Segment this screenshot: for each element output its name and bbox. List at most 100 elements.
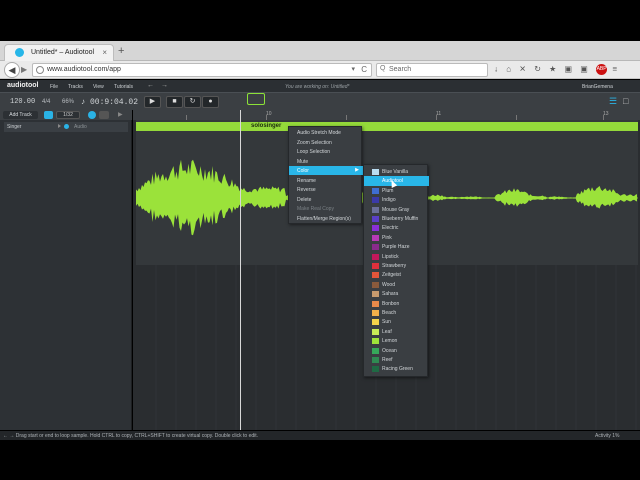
metronome-icon[interactable]: ♪ (81, 97, 85, 106)
loop-button[interactable]: ↻ (184, 96, 201, 108)
menu-item-zoom-selection[interactable]: Zoom Selection (289, 138, 363, 147)
menu-item-label: Rename (297, 178, 316, 184)
playhead[interactable] (240, 110, 241, 430)
submenu-arrow-icon: ▶ (355, 167, 359, 173)
grid-select[interactable]: 1/32 (56, 111, 80, 119)
color-option[interactable]: Blue Vanilla (364, 167, 429, 176)
expand-icon[interactable] (58, 124, 61, 128)
color-option-label: Sun (382, 319, 391, 326)
color-swatch (372, 281, 379, 288)
color-option-label: Racing Green (382, 366, 413, 373)
color-swatch (372, 347, 379, 354)
record-button[interactable]: ● (202, 96, 219, 108)
menu-item-color[interactable]: Color ▶ (289, 166, 363, 175)
menu-item-label: Loop Selection (297, 149, 331, 155)
menu-item-delete[interactable]: Delete (289, 195, 363, 204)
menu-item-make-real-copy: Make Real Copy (289, 204, 363, 213)
color-submenu: Blue Vanilla Audiotool Plum Indigo Mouse Gra… (363, 164, 429, 377)
time-signature[interactable]: 4/4 (42, 99, 50, 105)
redo-icon[interactable]: → (161, 82, 168, 89)
color-swatch (372, 328, 379, 335)
color-option[interactable]: Racing Green (364, 364, 429, 373)
color-option[interactable]: Ocean (364, 346, 429, 355)
color-option-label: Reef (382, 357, 393, 363)
tracks-header: Add Track 1/32 ▶ (0, 110, 132, 120)
play-button[interactable]: ▶ (144, 96, 161, 108)
url-bar[interactable]: www.audiotool.com/app ▾ C (32, 63, 372, 77)
color-option-label: Leaf (382, 328, 392, 335)
adblock-icon[interactable]: ABP (596, 64, 608, 75)
color-option[interactable]: Zeitgeist (364, 270, 429, 279)
color-option[interactable]: Reef (364, 355, 429, 364)
color-option[interactable]: Beach (364, 308, 429, 317)
color-option-label: Lemon (382, 338, 398, 345)
follow-icon[interactable]: ▶ (118, 111, 123, 118)
menu-item-reverse[interactable]: Reverse (289, 185, 363, 194)
color-option[interactable]: Lipstick (364, 252, 429, 261)
color-swatch (372, 178, 379, 185)
menu-tracks[interactable]: Tracks (68, 84, 83, 90)
color-option-label: Blue Vanilla (382, 169, 409, 175)
add-track-button[interactable]: Add Track (3, 111, 38, 119)
tab-title: Untitled* – Audiotool (31, 49, 95, 56)
color-option[interactable]: Mouse Gray (364, 205, 429, 214)
bpm-display[interactable]: 120.00 (10, 98, 35, 106)
color-option-label: Zeitgeist (382, 272, 401, 279)
menu-view[interactable]: View (93, 84, 104, 90)
color-swatch (372, 338, 379, 345)
color-option[interactable]: Indigo (364, 195, 429, 204)
url-dropdown-icon[interactable]: ▾ (351, 65, 355, 73)
color-option[interactable]: Strawberry (364, 261, 429, 270)
browser-toolbar-icons[interactable]: ↓ ⌂ ✕ ↻ ★ ▣ ▣ ABP ≡ (494, 64, 620, 75)
menu-tutorials[interactable]: Tutorials (114, 84, 133, 90)
menu-file[interactable]: File (50, 84, 58, 90)
stop-button[interactable]: ■ (166, 96, 183, 108)
quantize-icon[interactable] (44, 111, 53, 119)
swing-percent[interactable]: 66% (62, 99, 74, 105)
menu-item-mute[interactable]: Mute (289, 157, 363, 166)
color-option[interactable]: Sahara (364, 289, 429, 298)
menu-item-audio-stretch-mode[interactable]: Audio Stretch Mode (289, 128, 363, 137)
track-row[interactable]: Singer Audio (4, 122, 128, 132)
color-option[interactable]: Lemon (364, 336, 429, 345)
undo-icon[interactable]: ← (147, 82, 154, 89)
loop-marker[interactable] (247, 93, 265, 105)
color-option[interactable]: Sun (364, 317, 429, 326)
toolbar-icons[interactable]: ↓ ⌂ ✕ ↻ ★ ▣ ▣ (494, 65, 591, 74)
menu-item-flatten-merge[interactable]: Flatten/Merge Region(s) (289, 214, 363, 223)
menu-item-rename[interactable]: Rename (289, 176, 363, 185)
back-button[interactable]: ◀ (4, 62, 20, 78)
timeline-ruler[interactable]: 10 11 13 (133, 110, 640, 120)
color-swatch (372, 225, 379, 232)
menu-item-label: Color (297, 168, 309, 174)
search-input[interactable]: Q Search (376, 63, 488, 77)
color-swatch (372, 244, 379, 251)
color-option[interactable]: Blueberry Muffin (364, 214, 429, 223)
url-text: www.audiotool.com/app (47, 66, 121, 73)
new-tab-button[interactable]: + (118, 45, 124, 57)
menu-item-loop-selection[interactable]: Loop Selection (289, 147, 363, 156)
user-name[interactable]: BrianGemena (582, 84, 613, 90)
menu-icon[interactable]: ≡ (612, 65, 620, 74)
browser-tab[interactable]: Untitled* – Audiotool × (4, 44, 114, 61)
color-swatch (372, 216, 379, 222)
color-option[interactable]: Electric (364, 223, 429, 232)
snap-icon[interactable] (88, 111, 96, 119)
color-option-label: Bonbon (382, 300, 400, 307)
color-option[interactable]: Purple Haze (364, 242, 429, 251)
color-swatch (372, 272, 379, 279)
tab-close-icon[interactable]: × (102, 48, 107, 57)
color-option[interactable]: Leaf (364, 327, 429, 336)
folder-icon[interactable]: □ (623, 96, 628, 106)
color-option[interactable]: Pink (364, 233, 429, 242)
menu-item-label: Reverse (297, 187, 316, 193)
edit-mode-icon[interactable] (99, 111, 109, 119)
forward-button[interactable]: ▶ (21, 65, 27, 74)
reload-icon[interactable]: C (361, 65, 367, 74)
color-option[interactable]: Plum (364, 186, 429, 195)
color-option[interactable]: Wood (364, 280, 429, 289)
color-option[interactable]: Bonbon (364, 299, 429, 308)
mixer-icon[interactable]: ☰ (609, 96, 617, 107)
audio-region-header[interactable]: solosinger (136, 122, 638, 131)
color-swatch (372, 263, 379, 269)
